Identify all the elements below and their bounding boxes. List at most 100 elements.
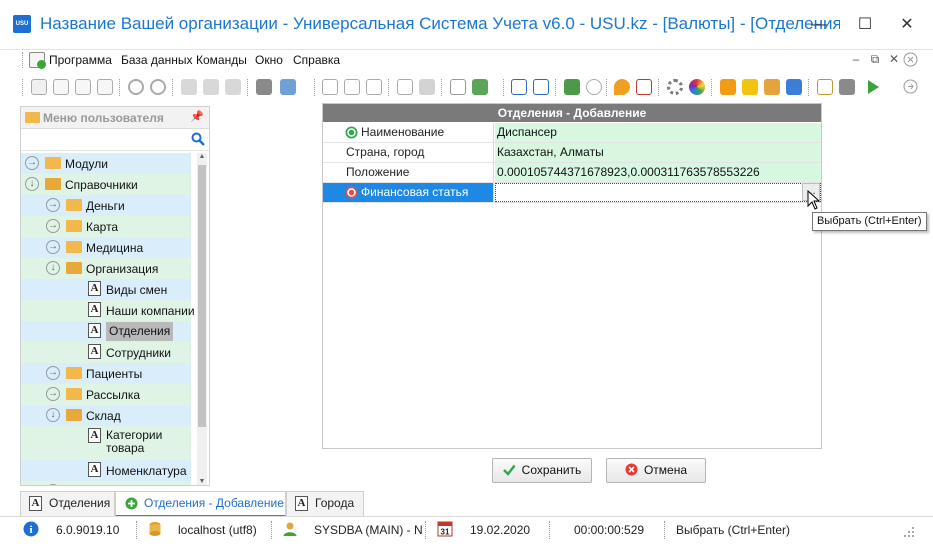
run-icon[interactable] (866, 79, 880, 95)
expand-arrow-icon[interactable]: → (46, 484, 60, 485)
user-menu-search[interactable] (21, 129, 209, 151)
edit-icon[interactable] (75, 79, 91, 95)
users-icon[interactable] (764, 79, 780, 95)
tree-item[interactable]: →Стоматология (21, 481, 191, 485)
tree-item-label: Категории товара (106, 428, 163, 455)
mdi-minimize-button[interactable]: – (848, 52, 864, 66)
expand-arrow-icon[interactable]: → (46, 219, 60, 233)
tree-item[interactable]: A Номенклатура (21, 460, 191, 481)
expand-arrow-icon[interactable]: → (46, 240, 60, 254)
scroll-up-icon[interactable]: ▲ (197, 153, 207, 160)
expand-arrow-icon[interactable]: → (46, 198, 60, 212)
toolbar-circle-icon[interactable] (903, 79, 918, 94)
pin-icon[interactable]: 📌 (190, 110, 204, 123)
collapse-arrow-icon[interactable]: ↓ (25, 177, 39, 191)
field-row-name[interactable]: Наименование Диспансер (323, 123, 821, 143)
export-icon[interactable] (450, 79, 466, 95)
name-field[interactable]: Диспансер (495, 123, 821, 142)
search-icon[interactable] (191, 132, 205, 146)
tree-item[interactable]: A Категории товара (21, 426, 191, 460)
tree-item[interactable]: ↓ Справочники (21, 174, 191, 195)
calendar-icon[interactable] (636, 79, 652, 95)
tab-departments-add[interactable]: Отделения - Добавление (115, 491, 286, 517)
color-palette-icon[interactable] (689, 79, 705, 95)
user-icon (283, 522, 297, 536)
menu-commands[interactable]: Команды (196, 53, 247, 67)
expand-arrow-icon[interactable]: → (25, 156, 39, 170)
collapse-down-icon[interactable] (344, 79, 360, 95)
tree-item[interactable]: → Рассылка (21, 384, 191, 405)
city-field[interactable]: Казахстан, Алматы (495, 143, 821, 162)
mdi-restore-button[interactable]: ⧉ (867, 52, 883, 67)
scroll-down-icon[interactable]: ▼ (197, 478, 207, 485)
lock-icon[interactable] (742, 79, 758, 95)
forward-icon[interactable] (586, 79, 602, 95)
filter-icon[interactable] (181, 79, 197, 95)
exit-icon[interactable] (564, 79, 580, 95)
window-close-icon[interactable] (533, 79, 549, 95)
image-icon[interactable] (280, 79, 296, 95)
tree-item-label: Номенклатура (106, 464, 187, 478)
tree-scrollbar[interactable]: ▲ ▼ (197, 153, 207, 485)
excel-icon[interactable] (472, 79, 488, 95)
print-icon[interactable] (839, 79, 855, 95)
tree-item[interactable]: → Модули (21, 153, 191, 174)
finance-article-field[interactable] (495, 183, 821, 202)
settings-icon[interactable] (667, 79, 683, 95)
delete-icon[interactable] (97, 79, 113, 95)
refresh-icon[interactable] (128, 79, 144, 95)
mdi-close-button[interactable]: ✕ (886, 52, 902, 66)
copy-record-icon[interactable] (31, 79, 47, 95)
document-icon[interactable] (53, 79, 69, 95)
field-label: Положение (323, 163, 494, 182)
add-column-icon[interactable] (397, 79, 413, 95)
tree-item[interactable]: ↓ Склад (21, 405, 191, 426)
table-icon[interactable] (817, 79, 833, 95)
tree-item[interactable]: A Виды смен (21, 279, 191, 300)
menu-window[interactable]: Окно (255, 53, 283, 67)
field-row-position[interactable]: Положение 0.000105744371678923,0.0003117… (323, 163, 821, 183)
field-row-city[interactable]: Страна, город Казахстан, Алматы (323, 143, 821, 163)
cancel-button[interactable]: Отмена (606, 458, 706, 483)
filter-check-icon[interactable] (225, 79, 241, 95)
collapse-up-icon[interactable] (366, 79, 382, 95)
tree-item[interactable]: ↓ Организация (21, 258, 191, 279)
menu-database[interactable]: База данных (121, 53, 192, 67)
expand-arrow-icon[interactable]: → (46, 366, 60, 380)
search-icon[interactable] (150, 79, 166, 95)
expand-arrow-icon[interactable]: → (46, 387, 60, 401)
tree-item[interactable]: → Пациенты (21, 363, 191, 384)
tree-item[interactable]: A Наши компании (21, 300, 195, 321)
mdi-circle-close-icon[interactable] (903, 52, 918, 67)
field-row-finance[interactable]: Финансовая статья ... (323, 183, 821, 203)
maximize-button[interactable]: ☐ (851, 12, 879, 38)
plugin-icon[interactable] (786, 79, 802, 95)
window-add-icon[interactable] (511, 79, 527, 95)
rss-icon[interactable] (720, 79, 736, 95)
close-button[interactable]: ✕ (893, 12, 921, 38)
expand-icon[interactable] (322, 79, 338, 95)
save-button[interactable]: Сохранить (492, 458, 592, 483)
map-pin-icon[interactable] (614, 79, 630, 95)
tab-departments[interactable]: A Отделения (20, 491, 115, 516)
tree-item[interactable]: A Сотрудники (21, 342, 191, 363)
menu-program[interactable]: Программа (49, 53, 112, 67)
resize-grip-icon[interactable] (903, 526, 915, 538)
collapse-arrow-icon[interactable]: ↓ (46, 408, 60, 422)
note-icon[interactable] (419, 79, 435, 95)
tree-item[interactable]: A Отделения (21, 321, 191, 342)
flag-icon[interactable] (256, 79, 272, 95)
filter-settings-icon[interactable] (203, 79, 219, 95)
tree-item[interactable]: → Карта (21, 216, 191, 237)
minimize-button[interactable]: — (805, 12, 833, 38)
tree-item-label: Отделения (106, 322, 174, 341)
tree-item[interactable]: → Медицина (21, 237, 191, 258)
tab-cities[interactable]: A Города (286, 491, 364, 516)
collapse-arrow-icon[interactable]: ↓ (46, 261, 60, 275)
status-separator (271, 521, 272, 539)
position-field[interactable]: 0.000105744371678923,0.00031176357855322… (495, 163, 821, 182)
scroll-thumb[interactable] (198, 165, 206, 427)
document-icon: A (88, 428, 101, 443)
menu-help[interactable]: Справка (293, 53, 340, 67)
tree-item[interactable]: → Деньги (21, 195, 191, 216)
